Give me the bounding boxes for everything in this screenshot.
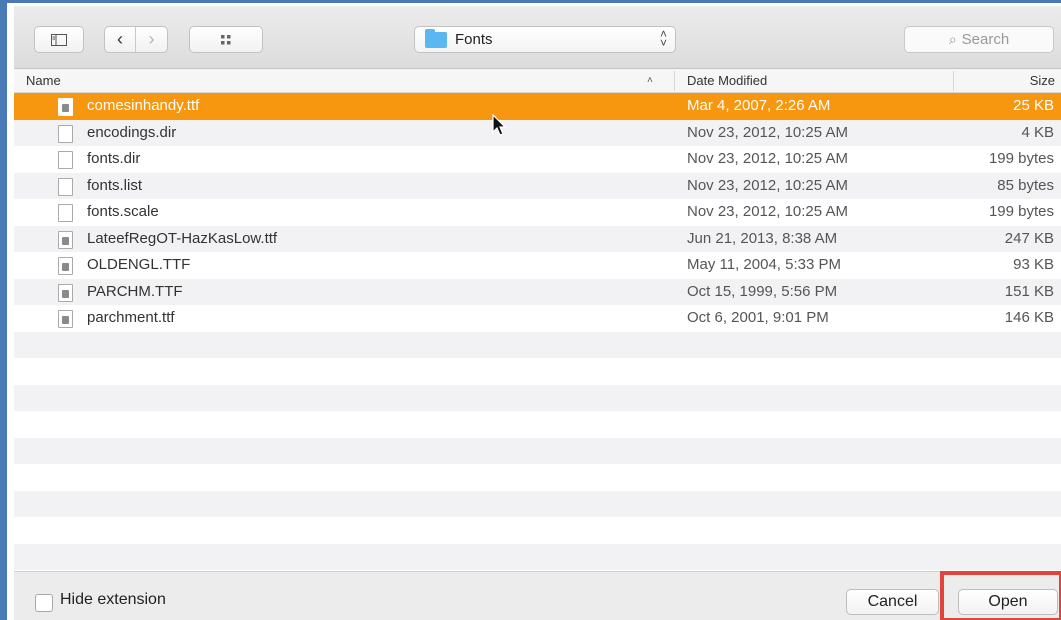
back-button[interactable]: ‹ [105, 27, 137, 52]
file-size: 4 KB [1021, 123, 1054, 141]
name-column-header[interactable]: Name [26, 69, 61, 93]
file-size: 199 bytes [988, 150, 1054, 167]
file-row[interactable]: LateefRegOT-HazKasLow.ttf Jun 21, 2013, … [14, 225, 1061, 252]
chevron-left-icon: ‹ [117, 29, 123, 49]
search-field[interactable]: ⌕ Search [904, 26, 1054, 53]
column-divider[interactable] [953, 71, 954, 91]
file-row[interactable]: PARCHM.TTF Oct 15, 1999, 5:56 PM 151 KB [14, 278, 1061, 305]
hide-extension-label[interactable]: Hide extension [60, 591, 166, 609]
file-row[interactable]: fonts.dir Nov 23, 2012, 10:25 AM 199 byt… [14, 146, 1061, 173]
file-list: comesinhandy.ttf Mar 4, 2007, 2:26 AM 25… [14, 93, 1061, 571]
file-date: Mar 4, 2007, 2:26 AM [687, 97, 831, 114]
sidebar-icon [51, 33, 67, 46]
empty-row [14, 543, 1061, 570]
font-file-icon [58, 283, 73, 302]
file-size: 93 KB [1013, 256, 1054, 273]
file-size: 25 KB [1013, 97, 1054, 114]
file-name: parchment.ttf [87, 309, 175, 326]
navigation-buttons: ‹ › [104, 26, 168, 53]
location-popup[interactable]: Fonts ˄ ˅ [414, 26, 676, 53]
file-size: 199 bytes [988, 203, 1054, 220]
font-file-icon [58, 98, 73, 116]
empty-row [14, 437, 1061, 464]
file-name: OLDENGL.TTF [87, 256, 191, 273]
file-name: comesinhandy.ttf [87, 97, 200, 114]
file-row[interactable]: fonts.scale Nov 23, 2012, 10:25 AM 199 b… [14, 199, 1061, 226]
font-file-icon [58, 310, 73, 328]
file-row[interactable]: OLDENGL.TTF May 11, 2004, 5:33 PM 93 KB [14, 252, 1061, 279]
folder-icon [425, 28, 447, 48]
empty-row [14, 464, 1061, 491]
open-file-dialog: ‹ › Fonts ˄ ˅ ⌕ Search Name ˄ Date Modifi… [0, 0, 1061, 620]
size-column-header[interactable]: Size [1030, 69, 1055, 93]
file-row[interactable]: encodings.dir Nov 23, 2012, 10:25 AM 4 K… [14, 119, 1061, 146]
empty-row [14, 331, 1061, 358]
empty-row [14, 384, 1061, 411]
date-column-header[interactable]: Date Modified [687, 69, 767, 93]
document-icon [58, 204, 73, 222]
empty-row [14, 517, 1061, 544]
file-name: encodings.dir [87, 123, 177, 141]
dialog-footer: Hide extension Cancel Open [14, 571, 1061, 620]
grid-icon [221, 34, 231, 44]
file-row[interactable]: fonts.list Nov 23, 2012, 10:25 AM 85 byt… [14, 172, 1061, 199]
updown-chevron-icon: ˄ ˅ [659, 27, 667, 50]
file-date: Oct 6, 2001, 9:01 PM [687, 309, 829, 326]
file-date: Nov 23, 2012, 10:25 AM [687, 123, 848, 141]
file-size: 146 KB [1004, 309, 1054, 326]
hide-extension-checkbox[interactable] [35, 594, 53, 612]
open-button-highlight [940, 571, 1061, 620]
location-label: Fonts [455, 31, 493, 48]
icon-view-button[interactable] [208, 27, 245, 52]
document-icon [58, 124, 73, 143]
file-date: Nov 23, 2012, 10:25 AM [687, 203, 848, 220]
font-file-icon [58, 230, 73, 249]
empty-row [14, 358, 1061, 385]
cancel-button[interactable]: Cancel [846, 589, 939, 615]
empty-row [14, 490, 1061, 517]
column-header: Name ˄ Date Modified Size [14, 69, 1061, 93]
file-date: Nov 23, 2012, 10:25 AM [687, 150, 848, 167]
file-name: fonts.list [87, 176, 143, 194]
document-icon [58, 177, 73, 196]
search-icon: ⌕ [948, 31, 957, 47]
sort-ascending-icon[interactable]: ˄ [647, 69, 653, 93]
file-date: Oct 15, 1999, 5:56 PM [687, 282, 838, 300]
empty-row [14, 411, 1061, 438]
file-row[interactable]: parchment.ttf Oct 6, 2001, 9:01 PM 146 K… [14, 305, 1061, 332]
file-size: 247 KB [1004, 229, 1054, 247]
document-icon [58, 151, 73, 169]
chevron-right-icon: › [148, 29, 155, 49]
search-placeholder: Search [961, 31, 1010, 48]
forward-button[interactable]: › [136, 27, 167, 52]
font-file-icon [58, 257, 73, 275]
file-name: PARCHM.TTF [87, 282, 183, 300]
view-mode-control [189, 26, 263, 53]
column-divider[interactable] [674, 71, 675, 91]
file-date: Nov 23, 2012, 10:25 AM [687, 176, 848, 194]
file-size: 151 KB [1004, 282, 1054, 300]
file-row[interactable]: comesinhandy.ttf Mar 4, 2007, 2:26 AM 25… [14, 93, 1061, 120]
sidebar-toggle-button[interactable] [34, 26, 84, 53]
file-date: Jun 21, 2013, 8:38 AM [687, 229, 838, 247]
file-date: May 11, 2004, 5:33 PM [687, 256, 841, 273]
file-name: fonts.scale [87, 203, 159, 220]
file-name: fonts.dir [87, 150, 141, 167]
mouse-pointer-icon [492, 114, 507, 136]
file-name: LateefRegOT-HazKasLow.ttf [87, 229, 278, 247]
toolbar: ‹ › Fonts ˄ ˅ ⌕ Search [14, 6, 1061, 69]
file-size: 85 bytes [997, 176, 1054, 194]
